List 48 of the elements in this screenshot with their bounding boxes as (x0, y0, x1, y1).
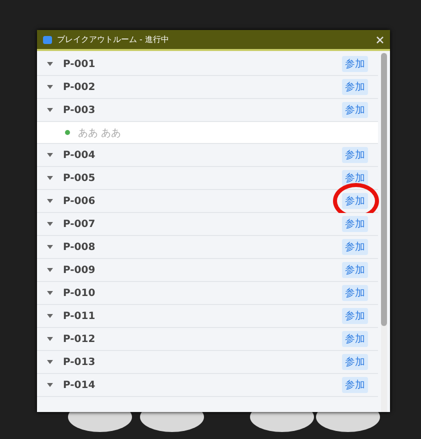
room-name: P-009 (63, 264, 96, 276)
caret-icon[interactable] (47, 314, 53, 318)
join-button[interactable]: 参加 (342, 216, 368, 232)
caret-icon[interactable] (47, 222, 53, 226)
scrollbar-thumb[interactable] (381, 53, 387, 326)
join-button[interactable]: 参加 (342, 354, 368, 370)
caret-icon[interactable] (47, 199, 53, 203)
scrollbar[interactable] (381, 53, 387, 412)
room-name: P-014 (63, 380, 96, 390)
room-name: P-010 (63, 288, 96, 298)
join-button[interactable]: 参加 (342, 377, 368, 393)
caret-icon[interactable] (47, 85, 53, 89)
join-button[interactable]: 参加 (342, 147, 368, 163)
room-name: P-006 (63, 196, 96, 206)
room-name: P-008 (63, 242, 96, 252)
caret-icon[interactable] (47, 245, 53, 249)
caret-icon[interactable] (47, 153, 53, 157)
app-icon (43, 36, 52, 44)
participant-name: ああ ああ (78, 126, 122, 140)
caret-icon[interactable] (47, 337, 53, 341)
join-button[interactable]: 参加 (342, 308, 368, 324)
caret-icon[interactable] (47, 62, 53, 66)
room-name: P-005 (63, 172, 96, 184)
room-name: P-002 (63, 82, 96, 92)
caret-icon[interactable] (47, 268, 53, 272)
join-button[interactable]: 参加 (342, 262, 368, 278)
room-name: P-007 (63, 218, 96, 230)
room-name: P-004 (63, 150, 96, 160)
join-button[interactable]: 参加 (342, 102, 368, 118)
room-name: P-012 (63, 334, 96, 344)
room-name: P-011 (63, 310, 96, 322)
caret-icon[interactable] (47, 291, 53, 295)
caret-icon[interactable] (47, 176, 53, 180)
close-icon[interactable] (376, 36, 384, 44)
room-name: P-001 (63, 58, 96, 70)
join-button[interactable]: 参加 (342, 193, 368, 209)
join-button[interactable]: 参加 (342, 56, 368, 72)
caret-icon[interactable] (47, 383, 53, 387)
join-button[interactable]: 参加 (342, 79, 368, 95)
join-button[interactable]: 参加 (342, 331, 368, 347)
window-title: ブレイクアウトルーム - 進行中 (57, 34, 170, 45)
caret-icon[interactable] (47, 108, 53, 112)
room-name: P-003 (63, 104, 96, 116)
room-name: P-013 (63, 356, 96, 368)
join-button[interactable]: 参加 (342, 170, 368, 186)
join-button[interactable]: 参加 (342, 239, 368, 255)
join-button[interactable]: 参加 (342, 285, 368, 301)
caret-icon[interactable] (47, 360, 53, 364)
